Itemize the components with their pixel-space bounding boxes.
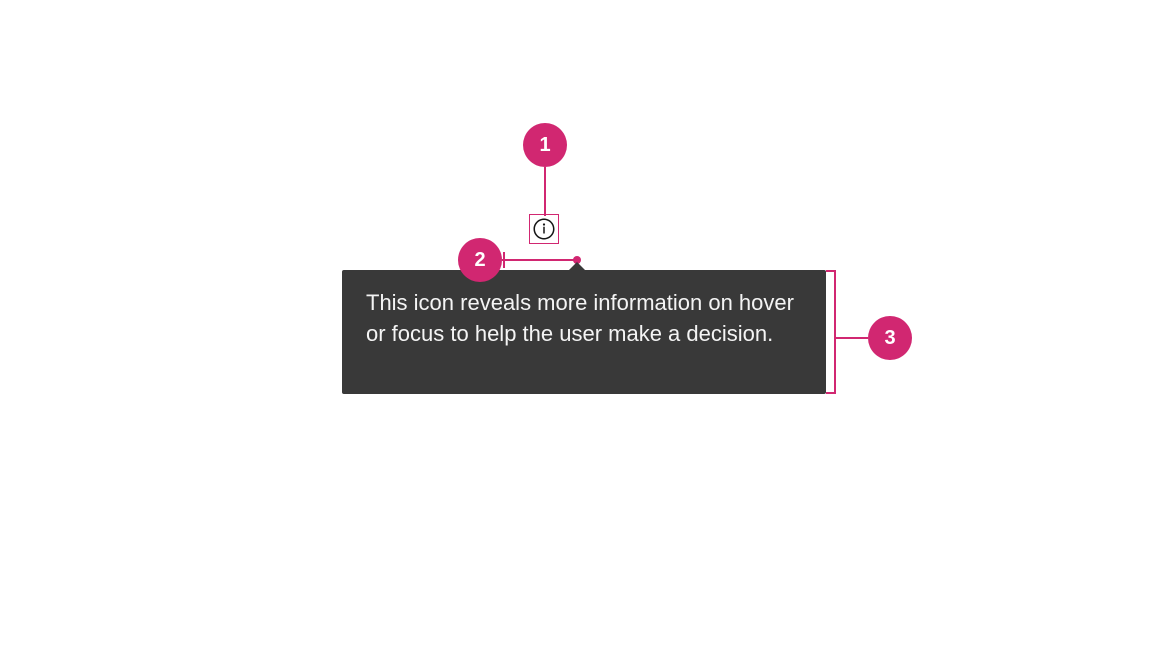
brace-3-top-cap [826,270,836,272]
info-icon[interactable] [532,217,556,241]
tooltip-caret [569,262,585,270]
connector-1 [544,167,546,216]
tooltip-container: This icon reveals more information on ho… [342,270,826,394]
brace-3-bottom-cap [826,392,836,394]
annotation-badge-1: 1 [523,123,567,167]
annotation-badge-3: 3 [868,316,912,360]
brace-3-vertical [834,270,836,394]
tooltip-text: This icon reveals more information on ho… [366,290,794,346]
diagram-stage: This icon reveals more information on ho… [0,0,1152,648]
connector-2 [502,259,577,261]
connector-2-tick [503,252,505,268]
annotation-badge-2: 2 [458,238,502,282]
brace-3-stem [836,337,868,339]
